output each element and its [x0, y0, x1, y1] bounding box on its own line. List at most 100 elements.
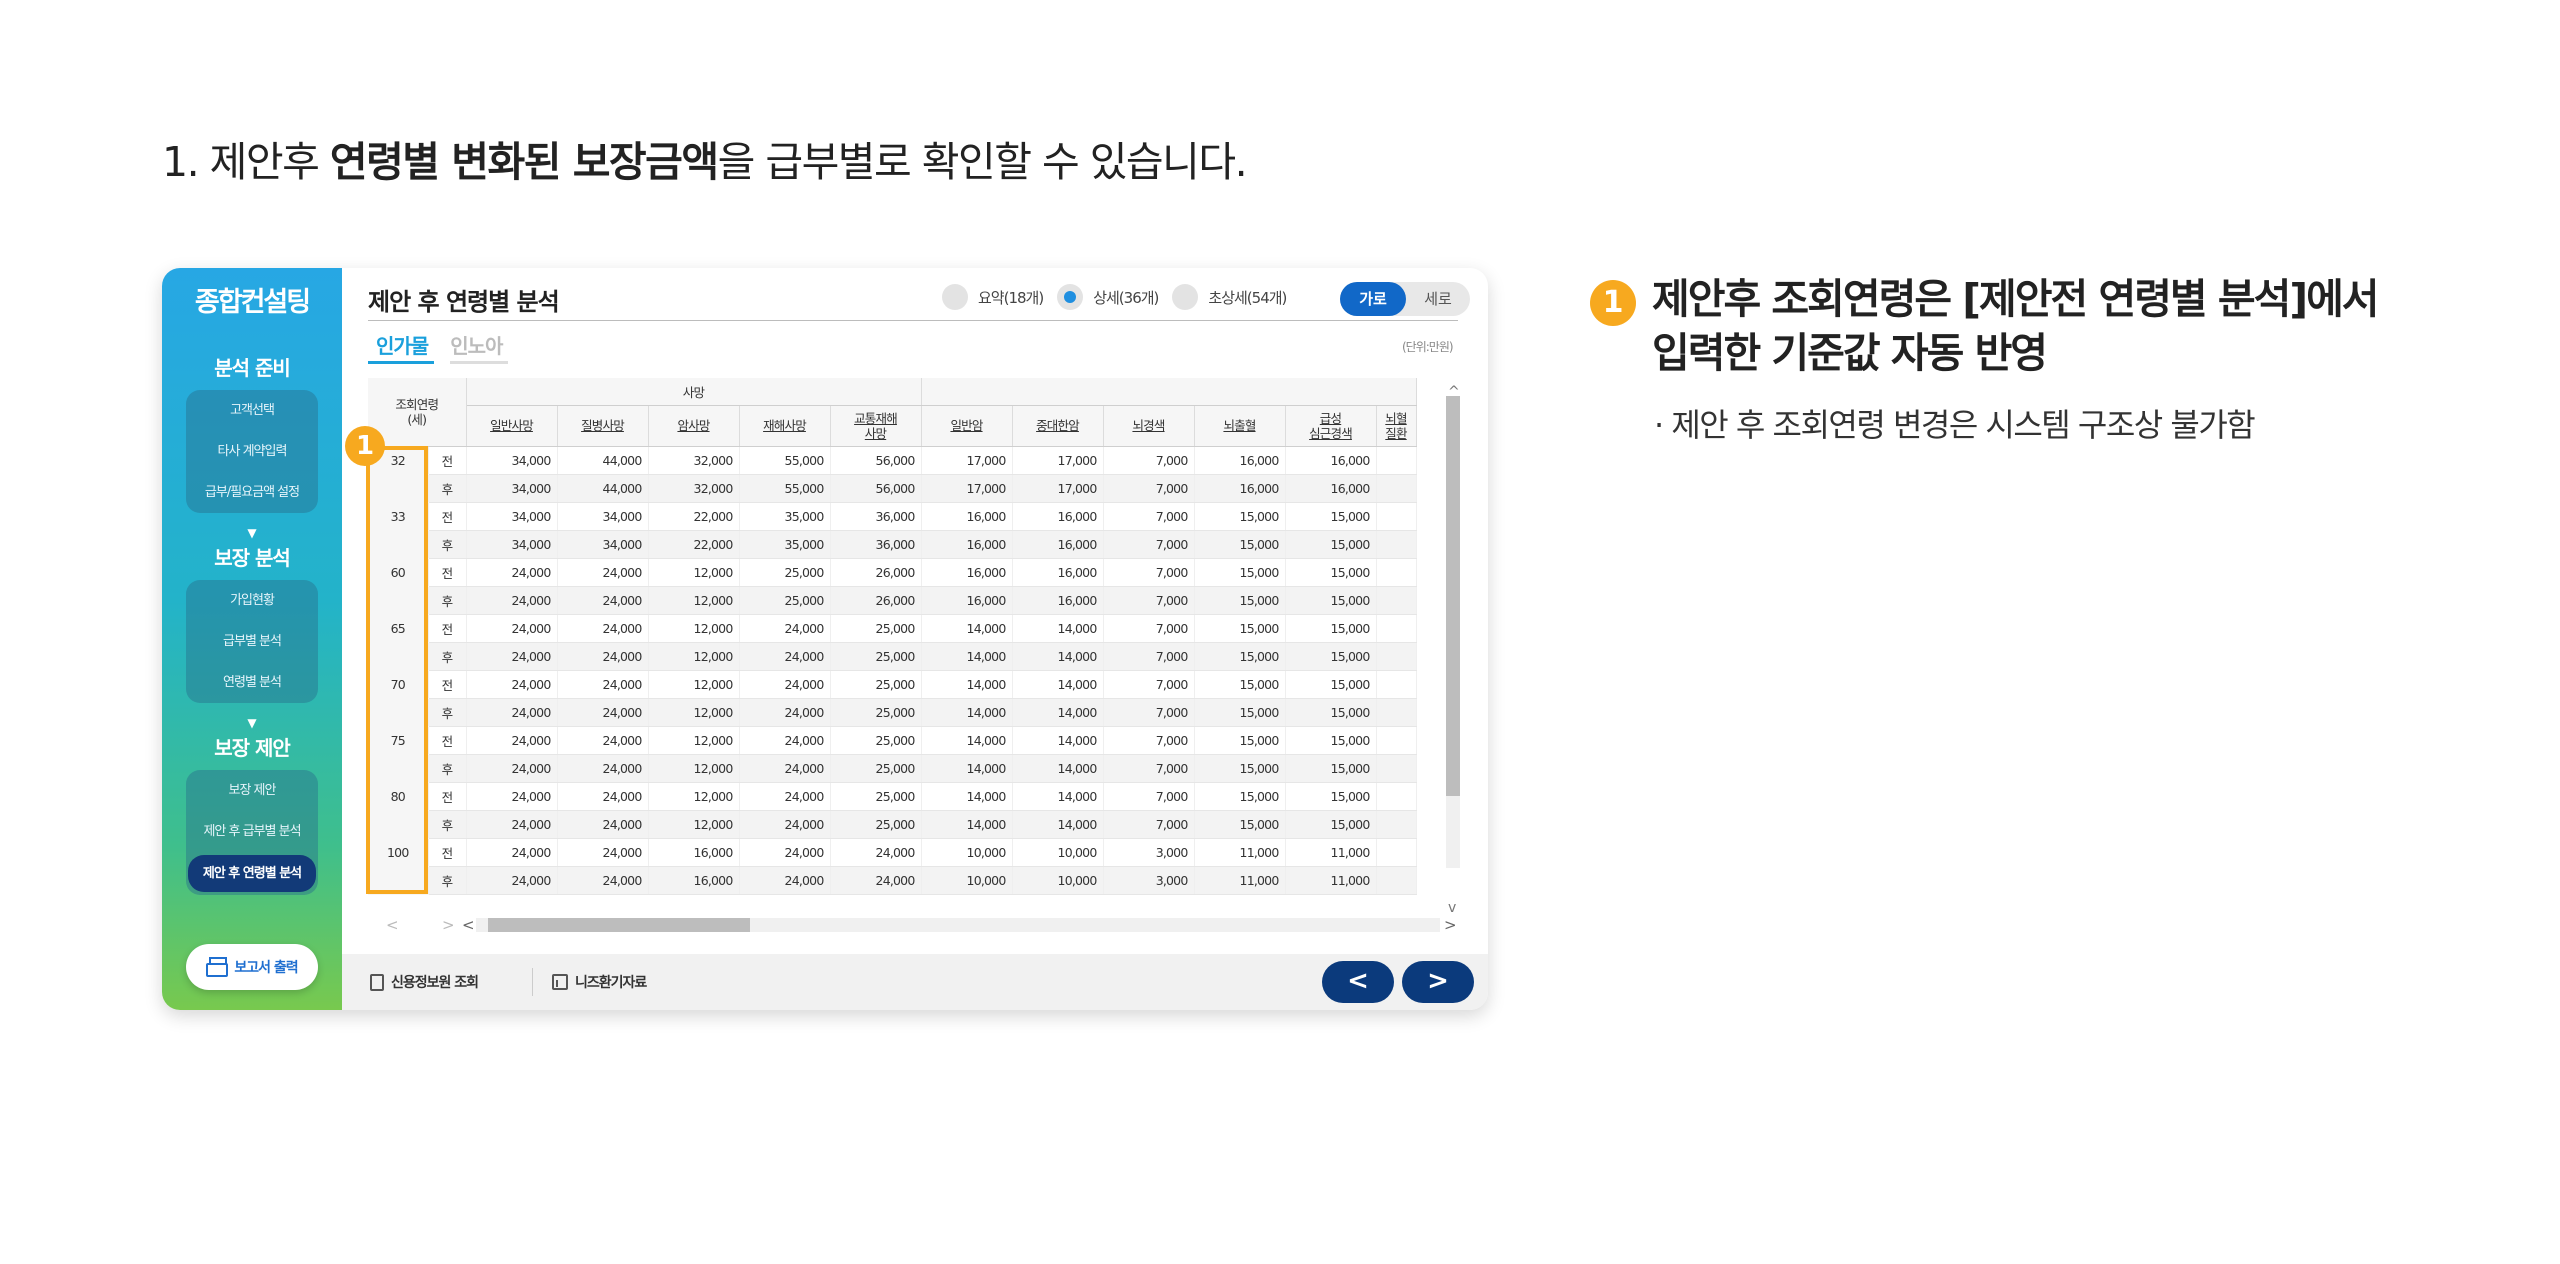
value-cell: 24,000	[739, 698, 831, 727]
sidebar-item-other-contract[interactable]: 타사 계약입력	[186, 431, 318, 472]
column-header: 일반암	[921, 405, 1013, 447]
value-cell: 11,000	[1285, 838, 1377, 867]
value-cell-empty	[1376, 782, 1417, 811]
value-cell: 25,000	[830, 782, 922, 811]
radio-dot-selected-icon	[1057, 284, 1084, 310]
vertical-scrollbar[interactable]	[1446, 396, 1460, 868]
tab-ingamul[interactable]: 인가물	[368, 330, 435, 364]
pane-right-icon[interactable]: >	[442, 916, 455, 934]
value-cell: 35,000	[739, 502, 831, 531]
horizontal-scrollbar[interactable]	[476, 918, 1440, 932]
value-cell: 7,000	[1103, 670, 1195, 699]
value-cell: 24,000	[557, 698, 649, 727]
value-cell: 11,000	[1285, 866, 1377, 895]
value-cell: 22,000	[648, 530, 740, 559]
value-cell: 25,000	[830, 754, 922, 783]
value-cell: 16,000	[921, 502, 1013, 531]
pane-left-icon[interactable]: <	[386, 916, 399, 934]
scroll-right-icon[interactable]: >	[1444, 916, 1457, 934]
before-after-cell: 후	[428, 474, 467, 503]
sidebar-item-age-analysis[interactable]: 연령별 분석	[186, 662, 318, 703]
value-cell: 24,000	[466, 614, 558, 643]
value-cell: 15,000	[1285, 558, 1377, 587]
toggle-horizontal[interactable]: 가로	[1340, 282, 1406, 316]
value-cell: 12,000	[648, 558, 740, 587]
description-title: 제안후 조회연령은 [제안전 연령별 분석]에서 입력한 기준값 자동 반영	[1652, 275, 2380, 377]
value-cell: 55,000	[739, 474, 831, 503]
value-cell: 7,000	[1103, 502, 1195, 531]
value-cell: 16,000	[648, 866, 740, 895]
needs-material-link[interactable]: 니즈환기자료	[552, 972, 647, 992]
value-cell: 24,000	[557, 810, 649, 839]
table-row: 60 전 24,000 24,000 12,000 25,000 26,000 16,000 1…	[368, 558, 1417, 587]
vertical-scroll-thumb[interactable]	[1446, 396, 1460, 796]
prev-button[interactable]: <	[1322, 961, 1394, 1003]
table-row: 후 24,000 24,000 12,000 25,000 26,000 16,000 16,…	[368, 586, 1417, 615]
scroll-down-icon[interactable]: v	[1448, 900, 1456, 916]
value-cell: 14,000	[921, 782, 1013, 811]
value-cell: 16,000	[1012, 502, 1104, 531]
table-row: 65 전 24,000 24,000 12,000 24,000 25,000 14,000 1…	[368, 614, 1417, 643]
value-cell-empty	[1376, 614, 1417, 643]
value-cell: 24,000	[557, 838, 649, 867]
column-header: 질병사망	[557, 405, 649, 447]
value-cell: 15,000	[1194, 558, 1286, 587]
value-cell: 7,000	[1103, 558, 1195, 587]
value-cell: 15,000	[1194, 642, 1286, 671]
sidebar-item-customer-select[interactable]: 고객선택	[186, 390, 318, 431]
value-cell: 24,000	[739, 670, 831, 699]
description-note: · 제안 후 조회연령 변경은 시스템 구조상 불가함	[1654, 406, 2256, 444]
credit-info-link[interactable]: 신용정보원 조회	[370, 972, 479, 992]
needs-material-label: 니즈환기자료	[575, 975, 647, 991]
value-cell-empty	[1376, 810, 1417, 839]
sidebar-item-proposal[interactable]: 보장 제안	[186, 770, 318, 811]
value-cell: 15,000	[1194, 754, 1286, 783]
section-coverage-analysis: 보장 분석	[214, 546, 291, 570]
value-cell: 44,000	[557, 474, 649, 503]
group-coverage-analysis: 가입현황 급부별 분석 연령별 분석	[186, 580, 318, 703]
sidebar-item-subscription[interactable]: 가입현황	[186, 580, 318, 621]
sidebar-item-benefit-analysis[interactable]: 급부별 분석	[186, 621, 318, 662]
value-cell-empty	[1376, 586, 1417, 615]
sidebar-item-post-age-analysis[interactable]: 제안 후 연령별 분석	[188, 855, 316, 892]
tab-innoa[interactable]: 인노아	[450, 330, 509, 364]
radio-super-detail[interactable]: 초상세(54개)	[1172, 284, 1287, 310]
value-cell: 15,000	[1285, 726, 1377, 755]
before-after-cell: 후	[428, 642, 467, 671]
group-analysis-prep: 고객선택 타사 계약입력 급부/필요금액 설정	[186, 390, 318, 513]
value-cell: 14,000	[921, 810, 1013, 839]
next-button[interactable]: >	[1402, 961, 1474, 1003]
value-cell-empty	[1376, 670, 1417, 699]
value-cell: 7,000	[1103, 810, 1195, 839]
toggle-vertical[interactable]: 세로	[1406, 282, 1470, 316]
value-cell: 15,000	[1285, 810, 1377, 839]
group-coverage-proposal: 보장 제안 제안 후 급부별 분석 제안 후 연령별 분석	[186, 770, 318, 895]
value-cell: 25,000	[830, 642, 922, 671]
report-print-button[interactable]: 보고서 출력	[186, 944, 318, 990]
sidebar-item-post-benefit-analysis[interactable]: 제안 후 급부별 분석	[186, 811, 318, 852]
section-coverage-proposal: 보장 제안	[214, 736, 291, 760]
table-row: 후 24,000 24,000 12,000 24,000 25,000 14,000 14,…	[368, 698, 1417, 727]
value-cell: 15,000	[1285, 782, 1377, 811]
value-cell: 22,000	[648, 502, 740, 531]
value-cell: 24,000	[557, 782, 649, 811]
column-header: 뇌혈 질환	[1376, 405, 1417, 447]
value-cell: 36,000	[830, 530, 922, 559]
radio-detail[interactable]: 상세(36개)	[1057, 284, 1159, 310]
before-after-cell: 전	[428, 446, 467, 475]
value-cell: 15,000	[1194, 502, 1286, 531]
value-cell: 16,000	[1194, 474, 1286, 503]
scroll-left-icon[interactable]: <	[462, 916, 475, 934]
section-analysis-prep: 분석 준비	[214, 356, 291, 380]
sidebar-item-benefit-setting[interactable]: 급부/필요금액 설정	[186, 472, 318, 513]
value-cell: 12,000	[648, 754, 740, 783]
radio-super-detail-label: 초상세(54개)	[1208, 288, 1287, 307]
value-cell-empty	[1376, 474, 1417, 503]
table-row: 100 전 24,000 24,000 16,000 24,000 24,000 10,000…	[368, 838, 1417, 867]
value-cell-empty	[1376, 642, 1417, 671]
radio-summary[interactable]: 요약(18개)	[942, 284, 1044, 310]
value-cell: 34,000	[466, 474, 558, 503]
chart-icon	[552, 974, 568, 990]
horizontal-scroll-thumb[interactable]	[488, 918, 750, 932]
value-cell: 11,000	[1194, 866, 1286, 895]
